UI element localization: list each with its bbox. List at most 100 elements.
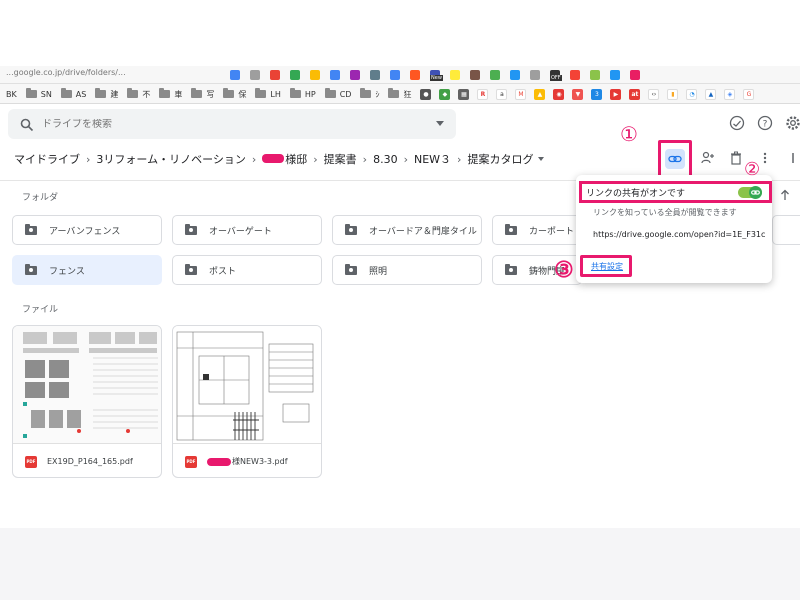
search-bar[interactable]	[8, 109, 456, 139]
bookmark-icon[interactable]: ◉	[553, 88, 565, 100]
folder-item[interactable]: ポスト	[172, 255, 322, 285]
breadcrumb-new3[interactable]: NEW３	[414, 151, 451, 167]
annotation-1: ①	[620, 122, 638, 146]
bookmark-label: 狂	[403, 89, 412, 99]
bookmark-folder[interactable]: 車	[159, 88, 182, 100]
ext-icon[interactable]	[530, 70, 540, 80]
shared-folder-icon	[345, 223, 357, 235]
ext-icon[interactable]	[590, 70, 600, 80]
bookmark-icon[interactable]: 3	[591, 88, 603, 100]
annotation-3: ③	[554, 257, 574, 283]
ext-icon[interactable]	[450, 70, 460, 80]
folder-item[interactable]: 照明	[332, 255, 482, 285]
breadcrumb-my-drive[interactable]: マイドライブ	[14, 151, 80, 167]
get-link-button[interactable]	[665, 149, 685, 169]
folder-item[interactable]: カーポート	[492, 215, 582, 245]
analytics-icon[interactable]: ▮	[667, 88, 679, 100]
search-options-icon[interactable]	[436, 121, 444, 126]
settings-gear-icon[interactable]	[785, 115, 800, 131]
bookmark-folder[interactable]: AS	[60, 88, 86, 99]
bookmark-icon[interactable]: ▼	[572, 88, 584, 100]
bookmark-icon[interactable]: ●	[420, 88, 432, 100]
shared-folder-icon	[345, 263, 357, 275]
shared-folder-icon	[25, 263, 37, 275]
bookmark-icon[interactable]: R	[477, 88, 489, 100]
folder-item-partial[interactable]	[772, 215, 800, 245]
share-person-add-icon[interactable]	[701, 150, 715, 164]
ext-icon[interactable]	[230, 70, 240, 80]
bookmark-icon[interactable]: ◆	[439, 88, 451, 100]
bookmark-folder[interactable]: 建	[95, 88, 118, 100]
bookmark-icon[interactable]: ▦	[458, 88, 470, 100]
folder-item[interactable]: オーバーゲート	[172, 215, 322, 245]
bookmark-folder[interactable]: LH	[255, 88, 281, 99]
ext-icon[interactable]	[390, 70, 400, 80]
bookmark-icon[interactable]: a	[496, 88, 508, 100]
bookmark-icon[interactable]: ◔	[686, 88, 698, 100]
ads-icon[interactable]: ▲	[705, 88, 717, 100]
help-icon[interactable]: ?	[757, 115, 773, 131]
ext-icon[interactable]	[330, 70, 340, 80]
chevron-right-icon: ›	[313, 152, 318, 166]
ext-icon[interactable]	[630, 70, 640, 80]
bookmark-folder[interactable]: 写	[191, 88, 214, 100]
sharing-settings-link[interactable]: 共有設定	[591, 261, 623, 272]
bookmark-label: HP	[304, 89, 316, 99]
bookmark-folder[interactable]: 保	[223, 88, 246, 100]
bookmark-folder[interactable]: ｼ	[360, 88, 379, 100]
folder-item[interactable]: アーバンフェンス	[12, 215, 162, 245]
bookmark-label: CD	[339, 89, 352, 99]
chevron-down-icon[interactable]	[538, 157, 545, 161]
sort-arrow-up-icon[interactable]	[778, 187, 792, 201]
bookmark-icon[interactable]: at	[629, 88, 641, 100]
ext-icon[interactable]	[610, 70, 620, 80]
ext-icon[interactable]	[490, 70, 500, 80]
redaction-mark	[207, 457, 231, 466]
view-toggle-icon[interactable]	[790, 150, 800, 164]
google-icon[interactable]: G	[743, 88, 755, 100]
annotation-2: ②	[744, 159, 761, 180]
drive-icon[interactable]: ▲	[534, 88, 546, 100]
offline-status-icon[interactable]	[729, 115, 745, 131]
folder-item[interactable]: オーバードア＆門扉タイル	[332, 215, 482, 245]
annotation-highlight-box	[658, 140, 692, 178]
link-sharing-toggle[interactable]	[738, 186, 762, 199]
ext-icon[interactable]: New	[430, 70, 443, 81]
ext-icon[interactable]	[370, 70, 380, 80]
file-info-bar: PDF 様NEW3-3.pdf	[173, 444, 321, 477]
bookmark-folder[interactable]: CD	[324, 88, 352, 99]
ext-icon[interactable]	[570, 70, 580, 80]
file-item[interactable]: PDF EX19D_P164_165.pdf	[12, 325, 162, 478]
ext-icon[interactable]	[310, 70, 320, 80]
code-icon[interactable]: ‹›	[648, 88, 660, 100]
breadcrumb-current-folder[interactable]: 提案カタログ	[467, 151, 533, 167]
bookmark-folder[interactable]: HP	[289, 88, 316, 99]
share-link-url[interactable]: https://drive.google.com/open?id=1E_F31c	[593, 230, 765, 239]
pdf-icon: PDF	[25, 455, 37, 468]
ext-icon[interactable]	[290, 70, 300, 80]
breadcrumb-client-house[interactable]: 様邸	[262, 151, 307, 167]
youtube-icon[interactable]: ▶	[610, 88, 622, 100]
ext-icon[interactable]	[470, 70, 480, 80]
breadcrumb-date[interactable]: 8.30	[373, 153, 398, 166]
trash-icon[interactable]	[729, 150, 743, 165]
ext-icon[interactable]	[250, 70, 260, 80]
ext-icon[interactable]	[350, 70, 360, 80]
search-input[interactable]	[42, 118, 422, 130]
gmail-icon[interactable]: M	[515, 88, 527, 100]
bookmark-folder[interactable]: 狂	[388, 88, 412, 100]
ext-icon[interactable]	[510, 70, 520, 80]
extension-icons: New OFF	[230, 70, 640, 81]
ext-icon[interactable]	[410, 70, 420, 80]
maps-icon[interactable]: ◈	[724, 88, 736, 100]
bookmark-item[interactable]: BK	[6, 90, 17, 99]
file-item[interactable]: PDF 様NEW3-3.pdf	[172, 325, 322, 478]
bookmark-folder[interactable]: SN	[25, 88, 52, 99]
bookmarks-bar: BK SN AS 建 不 車 写 保 LH HP CD ｼ 狂 ● ◆ ▦ R …	[0, 84, 800, 104]
breadcrumb-reform[interactable]: 3リフォーム・リノベーション	[96, 151, 245, 167]
ext-icon[interactable]	[270, 70, 280, 80]
breadcrumb-proposal[interactable]: 提案書	[324, 151, 357, 167]
folder-item-selected[interactable]: フェンス	[12, 255, 162, 285]
ext-icon[interactable]: OFF	[550, 70, 562, 81]
bookmark-folder[interactable]: 不	[127, 88, 150, 100]
